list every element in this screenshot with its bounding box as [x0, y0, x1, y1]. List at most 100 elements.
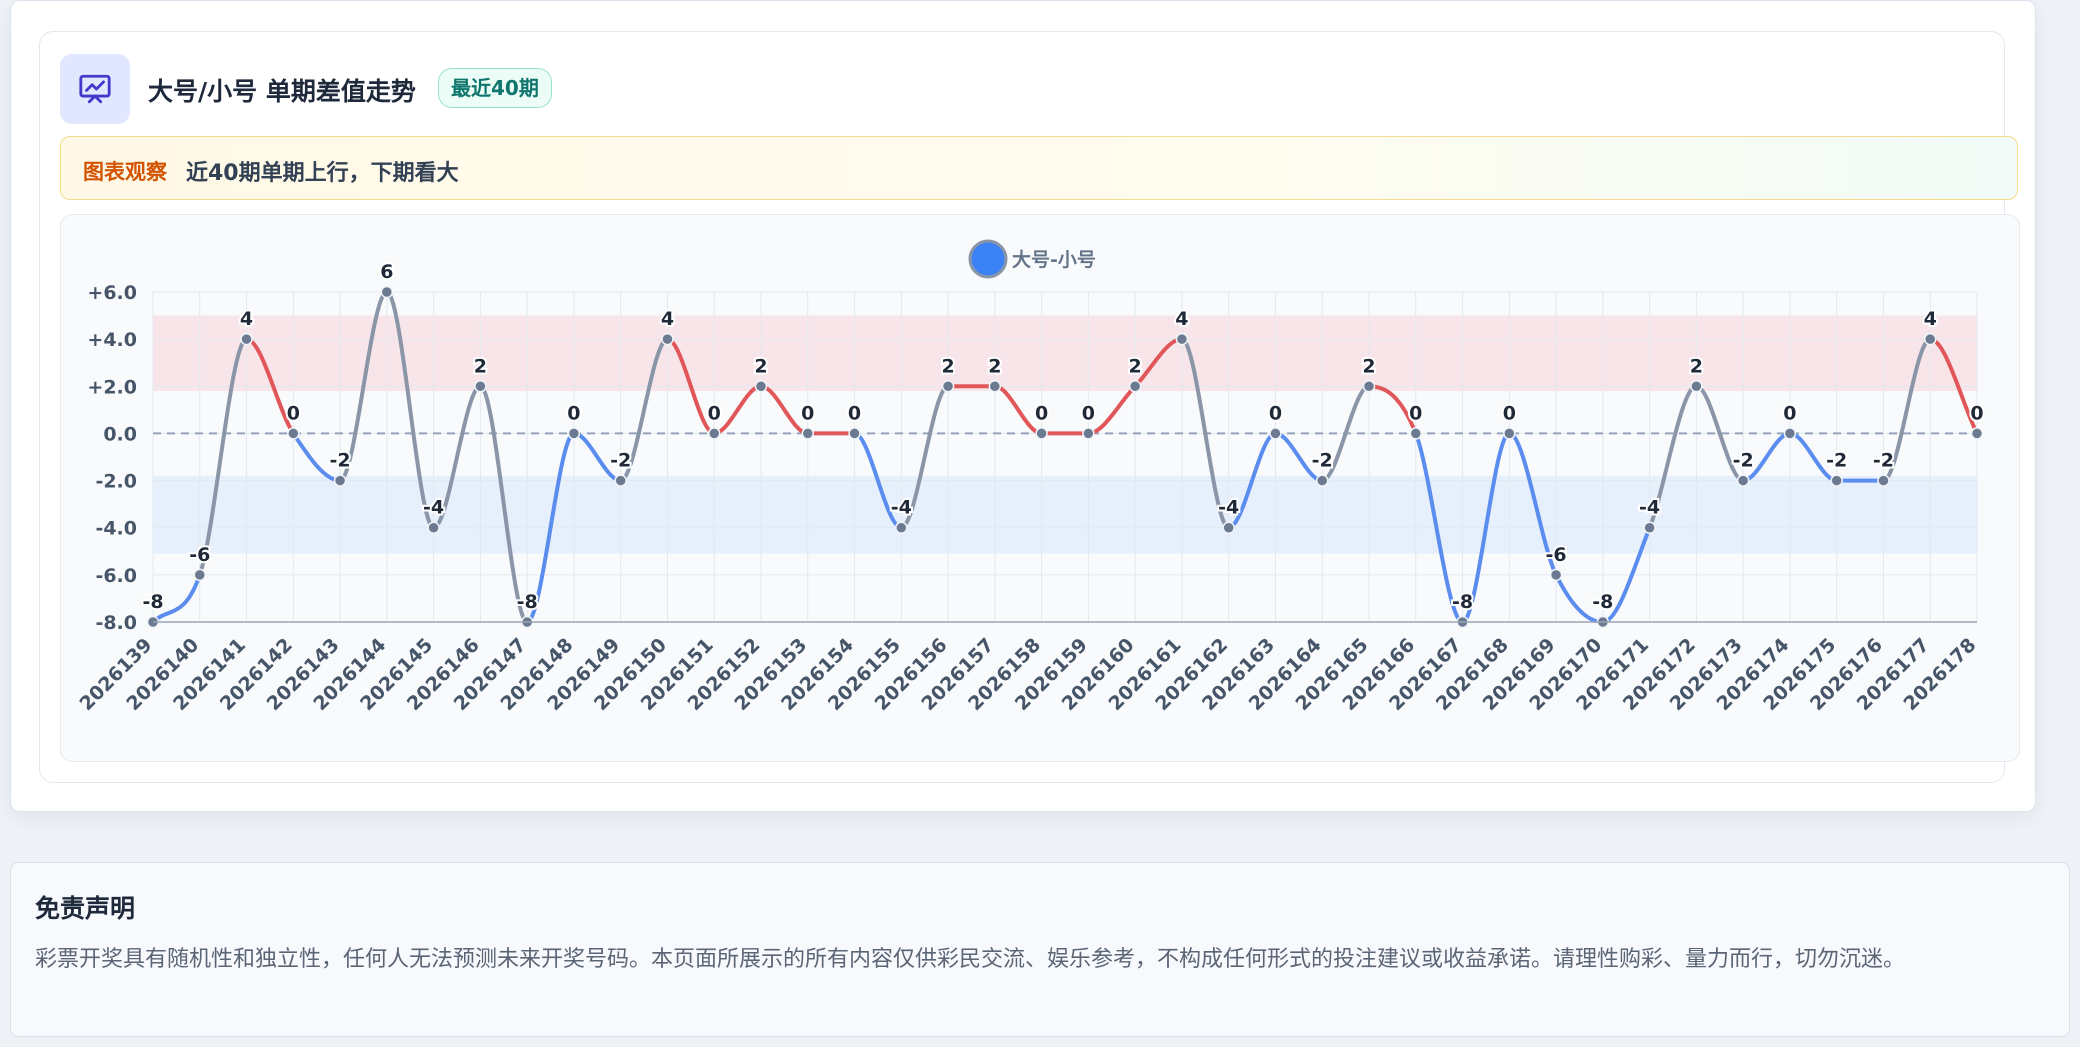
presentation-chart-icon [60, 54, 130, 124]
data-point[interactable] [287, 427, 300, 440]
data-label: -8 [517, 591, 538, 613]
data-label: 0 [287, 402, 300, 424]
disclaimer-section: 免责声明 彩票开奖具有随机性和独立性，任何人无法预测未来开奖号码。本页面所展示的… [10, 862, 2070, 1037]
data-point[interactable] [1082, 427, 1095, 440]
data-label: -8 [1452, 591, 1473, 613]
data-point[interactable] [193, 568, 207, 582]
data-point[interactable] [661, 332, 674, 346]
data-point[interactable] [1877, 474, 1890, 487]
data-point[interactable] [380, 285, 394, 299]
data-label: 2 [474, 355, 487, 377]
data-label: -6 [189, 544, 210, 566]
y-tick-label: -6.0 [95, 565, 137, 587]
y-tick-label: -2.0 [95, 471, 137, 493]
data-point[interactable] [1783, 427, 1797, 440]
data-point[interactable] [240, 332, 253, 346]
data-label: -2 [1733, 450, 1754, 472]
data-point[interactable] [1409, 427, 1423, 440]
data-label: -2 [1826, 450, 1847, 472]
data-label: 2 [988, 355, 1001, 377]
data-point[interactable] [1269, 427, 1282, 440]
data-label: -8 [142, 591, 163, 613]
disclaimer-title: 免责声明 [35, 894, 136, 923]
observation-banner: 图表观察 近40期单期上行，下期看大 [60, 136, 2018, 200]
legend-marker[interactable] [968, 239, 1008, 279]
data-label: 0 [1035, 402, 1048, 424]
data-point[interactable] [1503, 427, 1516, 440]
data-point[interactable] [941, 380, 955, 393]
data-label: 0 [801, 402, 814, 424]
legend-label[interactable]: 大号-小号 [1012, 248, 1096, 271]
band-0 [153, 315, 1977, 391]
data-point[interactable] [848, 427, 861, 440]
data-label: 2 [754, 355, 767, 377]
data-point[interactable] [1643, 521, 1656, 534]
data-point[interactable] [1970, 427, 1984, 440]
data-label: 2 [1362, 355, 1375, 377]
y-tick-label: -8.0 [95, 612, 137, 634]
data-point[interactable] [1923, 332, 1937, 346]
data-label: -6 [1546, 544, 1567, 566]
data-point[interactable] [1222, 521, 1235, 534]
data-point[interactable] [1128, 380, 1142, 393]
page-title: 大号/小号 单期差值走势 [148, 77, 416, 106]
data-label: 0 [848, 402, 861, 424]
data-label: 2 [1690, 355, 1703, 377]
data-point[interactable] [1736, 474, 1750, 487]
data-label: -2 [1873, 450, 1894, 472]
data-label: 0 [708, 402, 721, 424]
period-badge: 最近40期 [438, 68, 552, 108]
chart-panel: -8 -6 4 0 -2 6 -4 2 -8 0 -2 4 0 2 0 0 -4 2 2 0 0 2 4 -4 0 -2 2 0 -8 0… [60, 214, 2020, 762]
data-point[interactable] [754, 380, 768, 393]
y-tick-label: +2.0 [87, 376, 137, 398]
data-point[interactable] [988, 380, 1002, 393]
observation-text: 近40期单期上行，下期看大 [186, 161, 459, 186]
data-point[interactable] [895, 521, 908, 534]
data-label: 4 [240, 308, 253, 330]
data-label: -2 [610, 450, 631, 472]
data-point[interactable] [1315, 474, 1329, 487]
data-point[interactable] [427, 521, 440, 534]
data-label: 4 [661, 308, 674, 330]
data-point[interactable] [333, 474, 347, 487]
data-label: 4 [1175, 308, 1188, 330]
data-label: 0 [1082, 402, 1095, 424]
data-point[interactable] [1549, 568, 1563, 582]
data-label: 0 [1970, 402, 1983, 424]
data-point[interactable] [1362, 380, 1376, 393]
data-point[interactable] [1830, 474, 1843, 487]
data-point[interactable] [1175, 332, 1189, 346]
data-label: -4 [423, 497, 444, 519]
data-label: -4 [1218, 497, 1239, 519]
data-label: 6 [380, 261, 393, 283]
chart-card: 大号/小号 单期差值走势 最近40期 图表观察 近40期单期上行，下期看大 -8… [39, 31, 2020, 783]
data-point[interactable] [567, 427, 581, 440]
trend-card: 大号/小号 单期差值走势 最近40期 图表观察 近40期单期上行，下期看大 -8… [10, 0, 2036, 812]
data-label: -4 [1639, 497, 1660, 519]
y-tick-label: +4.0 [87, 329, 137, 351]
y-tick-label: 0.0 [103, 423, 137, 445]
observation-tag: 图表观察 [83, 160, 167, 184]
data-label: 2 [1129, 355, 1142, 377]
data-label: 4 [1924, 308, 1937, 330]
data-label: 0 [567, 402, 580, 424]
data-label: 0 [1503, 402, 1516, 424]
data-label: -2 [1312, 450, 1333, 472]
data-label: 0 [1783, 402, 1796, 424]
disclaimer-text: 彩票开奖具有随机性和独立性，任何人无法预测未来开奖号码。本页面所展示的所有内容仅… [35, 947, 1906, 972]
data-point[interactable] [707, 427, 721, 440]
data-point[interactable] [1690, 380, 1703, 393]
data-label: 0 [1269, 402, 1282, 424]
data-label: -8 [1592, 591, 1613, 613]
series-line-segment [1086, 384, 1138, 436]
data-label: -4 [891, 497, 912, 519]
data-point[interactable] [474, 380, 487, 393]
y-tick-label: +6.0 [87, 282, 137, 304]
y-tick-label: -4.0 [95, 518, 137, 540]
trend-chart: -8 -6 4 0 -2 6 -4 2 -8 0 -2 4 0 2 0 0 -4 2 2 0 0 2 4 -4 0 -2 2 0 -8 0… [76, 239, 1986, 715]
data-point[interactable] [801, 427, 815, 440]
data-point[interactable] [614, 474, 627, 487]
series-line-segment [712, 384, 763, 436]
data-point[interactable] [1035, 427, 1048, 440]
data-label: 2 [941, 355, 954, 377]
